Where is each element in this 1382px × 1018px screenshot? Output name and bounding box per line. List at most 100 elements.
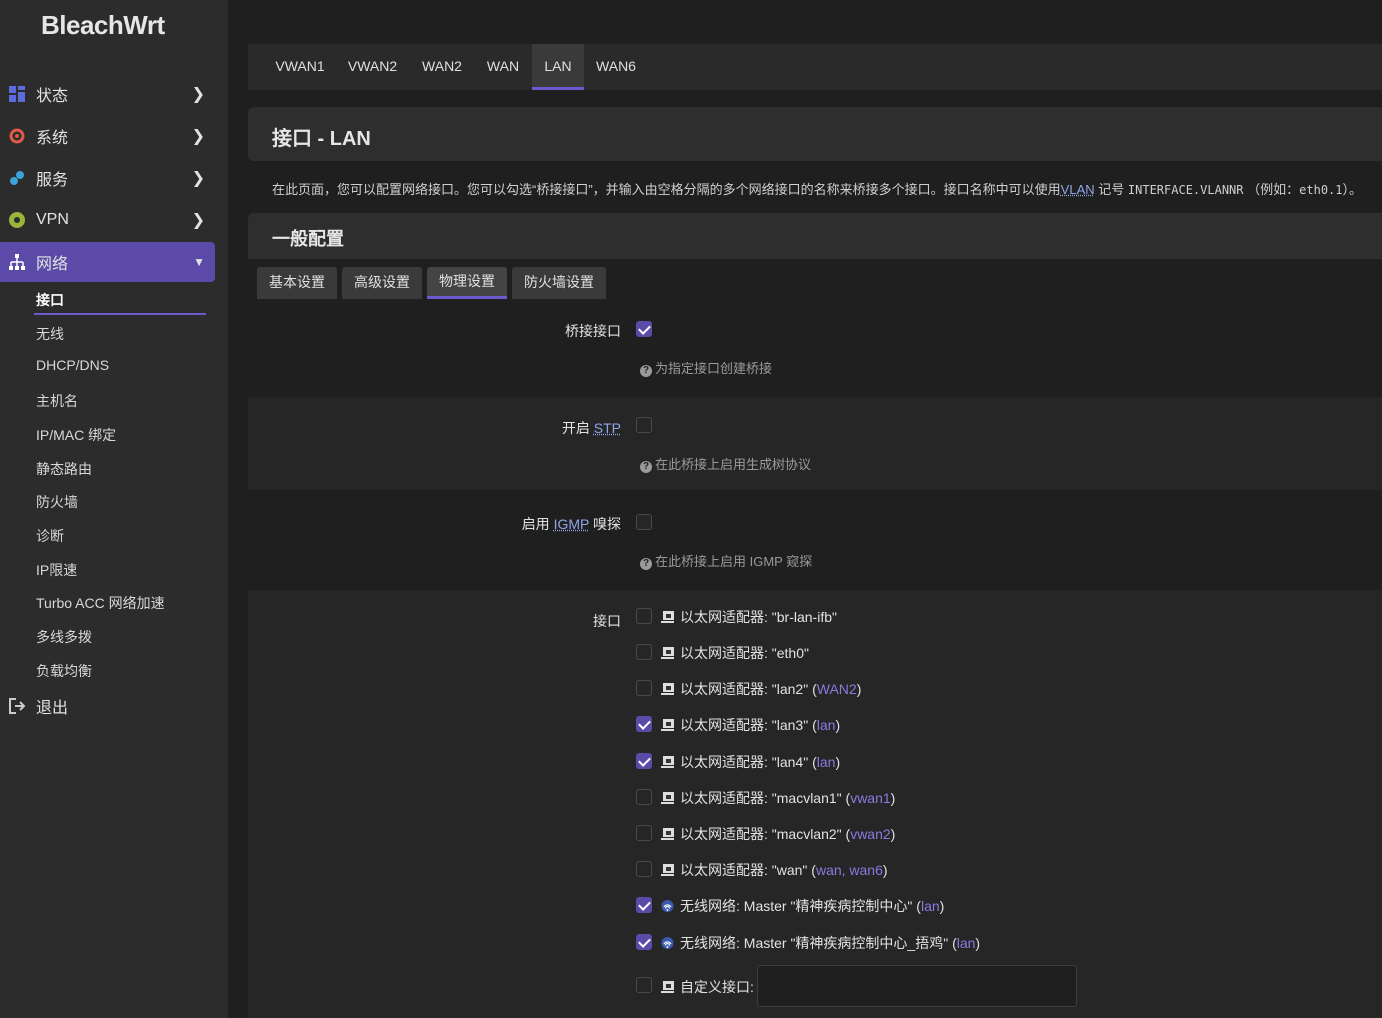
interface-network-link[interactable]: lan [921,898,940,914]
sidebar-label-vpn: VPN [36,211,69,228]
submenu-item-hostnames[interactable]: 主机名 [36,391,78,411]
chevron-right-icon: ❯ [191,128,205,145]
interface-network-link[interactable]: WAN2 [817,681,857,697]
page-title-box: 接口 - LAN [248,107,1382,161]
sidebar-item-system[interactable]: 系统 ❯ [0,116,215,156]
interface-network-link[interactable]: wan, wan6 [816,862,883,878]
igmp-checkbox[interactable] [636,514,652,530]
sidebar-label-system: 系统 [36,130,69,147]
interface-option: 以太网适配器: "lan2" (WAN2) [660,679,861,699]
custom-interface-label: 自定义接口: [680,979,754,995]
network-icon [8,253,26,271]
interface-tabs: VWAN1 VWAN2 WAN2 WAN LAN WAN6 [248,44,1382,90]
igmp-label: 启用 IGMP 嗅探 [522,514,621,534]
sidebar-item-vpn[interactable]: VPN ❯ [0,200,215,240]
interface-label-close: ) [856,681,862,697]
code-interface-vlannr: INTERFACE.VLANNR [1127,183,1244,197]
submenu-item-turbo-acc[interactable]: Turbo ACC 网络加速 [36,593,165,613]
submenu-item-ip-rate-limit[interactable]: IP限速 [36,560,77,580]
interface-network-link[interactable]: vwan2 [850,826,890,842]
chevron-right-icon: ❯ [191,86,205,103]
igmp-abbr: IGMP [553,516,590,532]
subtab-physical[interactable]: 物理设置 [427,267,507,299]
interface-label: 以太网适配器: "wan" ( [680,862,816,878]
tab-vwan1[interactable]: VWAN1 [264,44,336,90]
custom-interface-option: 自定义接口: [660,977,754,997]
interface-network-link[interactable]: lan [817,754,836,770]
tab-wan6[interactable]: WAN6 [584,44,648,90]
tab-vwan2[interactable]: VWAN2 [336,44,409,90]
vpn-icon [8,211,26,229]
stp-hint-text: 在此桥接上启用生成树协议 [655,457,812,472]
custom-interface-checkbox[interactable] [636,977,652,993]
interface-label-close: ) [890,790,896,806]
interface-checkbox[interactable] [636,825,652,841]
submenu-item-wireless[interactable]: 无线 [36,324,64,344]
interface-checkbox[interactable] [636,680,652,696]
submenu-item-multi-dial[interactable]: 多线多拨 [36,627,92,647]
interface-label-close: ) [939,898,945,914]
submenu-item-ip-mac-binding[interactable]: IP/MAC 绑定 [36,425,116,445]
description-text-3: （例如： [1247,182,1300,197]
interface-option: 无线网络: Master "精神疾病控制中心_捂鸡" (lan) [660,933,980,953]
sidebar-label-services: 服务 [36,172,69,189]
subtab-advanced[interactable]: 高级设置 [342,267,422,299]
ethernet-icon [660,646,675,660]
stp-hint: ? 在此桥接上启用生成树协议 [640,454,811,473]
help-icon: ? [640,558,652,570]
chevron-right-icon: ❯ [191,212,205,229]
section-header: 一般配置 [248,213,1382,259]
submenu-item-interfaces[interactable]: 接口 [36,290,64,310]
interface-option: 以太网适配器: "br-lan-ifb" [660,607,837,627]
logout-icon [8,697,26,715]
interface-checkbox[interactable] [636,861,652,877]
submenu-item-firewall[interactable]: 防火墙 [36,492,78,512]
logout-label: 退出 [36,700,69,717]
tab-lan[interactable]: LAN [532,44,584,90]
interface-checkbox[interactable] [636,897,652,913]
description-text: 在此页面，您可以配置网络接口。您可以勾选“桥接接口”，并输入由空格分隔的多个网络… [272,182,1061,197]
logout-button[interactable]: 退出 [0,686,215,726]
igmp-hint-text: 在此桥接上启用 IGMP 窥探 [655,554,813,569]
interface-checkbox[interactable] [636,789,652,805]
subtab-basic[interactable]: 基本设置 [257,267,337,299]
submenu-item-diagnostics[interactable]: 诊断 [36,526,64,546]
wifi-icon [660,936,675,950]
interface-checkbox[interactable] [636,608,652,624]
ethernet-icon [660,755,675,769]
interface-label-close: ) [975,935,981,951]
wifi-icon [660,899,675,913]
submenu-item-load-balance[interactable]: 负载均衡 [36,661,92,681]
tab-wan[interactable]: WAN [475,44,531,90]
interface-label: 以太网适配器: "macvlan2" ( [680,826,851,842]
sidebar-label-network: 网络 [36,256,69,273]
interface-option: 无线网络: Master "精神疾病控制中心" (lan) [660,896,944,916]
interface-option: 以太网适配器: "eth0" [660,643,809,663]
brand-logo[interactable]: BleachWrt [41,10,165,41]
ethernet-icon [660,980,675,994]
sidebar-item-network[interactable]: 网络 ▼ [0,242,215,282]
tab-wan2[interactable]: WAN2 [409,44,475,90]
bridge-checkbox[interactable] [636,321,652,337]
sidebar-item-services[interactable]: 服务 ❯ [0,158,215,198]
submenu-item-static-routes[interactable]: 静态路由 [36,459,92,479]
interface-label: 无线网络: Master "精神疾病控制中心" ( [680,898,921,914]
ethernet-icon [660,827,675,841]
bridge-hint-text: 为指定接口创建桥接 [655,361,773,376]
interface-checkbox[interactable] [636,753,652,769]
interface-network-link[interactable]: lan [957,935,976,951]
sidebar-item-status[interactable]: 状态 ❯ [0,74,215,114]
stp-checkbox[interactable] [636,417,652,433]
interface-label: 以太网适配器: "lan3" ( [680,717,817,733]
interface-network-link[interactable]: lan [817,717,836,733]
interface-checkbox[interactable] [636,934,652,950]
interface-network-link[interactable]: vwan1 [850,790,890,806]
stp-row [248,397,1382,490]
subtab-firewall[interactable]: 防火墙设置 [512,267,606,299]
submenu-item-dhcp-dns[interactable]: DHCP/DNS [36,357,109,373]
interface-checkbox[interactable] [636,716,652,732]
interface-label-close: ) [882,862,888,878]
interface-label: 以太网适配器: "macvlan1" ( [680,790,851,806]
custom-interface-input[interactable] [757,965,1077,1007]
interface-checkbox[interactable] [636,644,652,660]
